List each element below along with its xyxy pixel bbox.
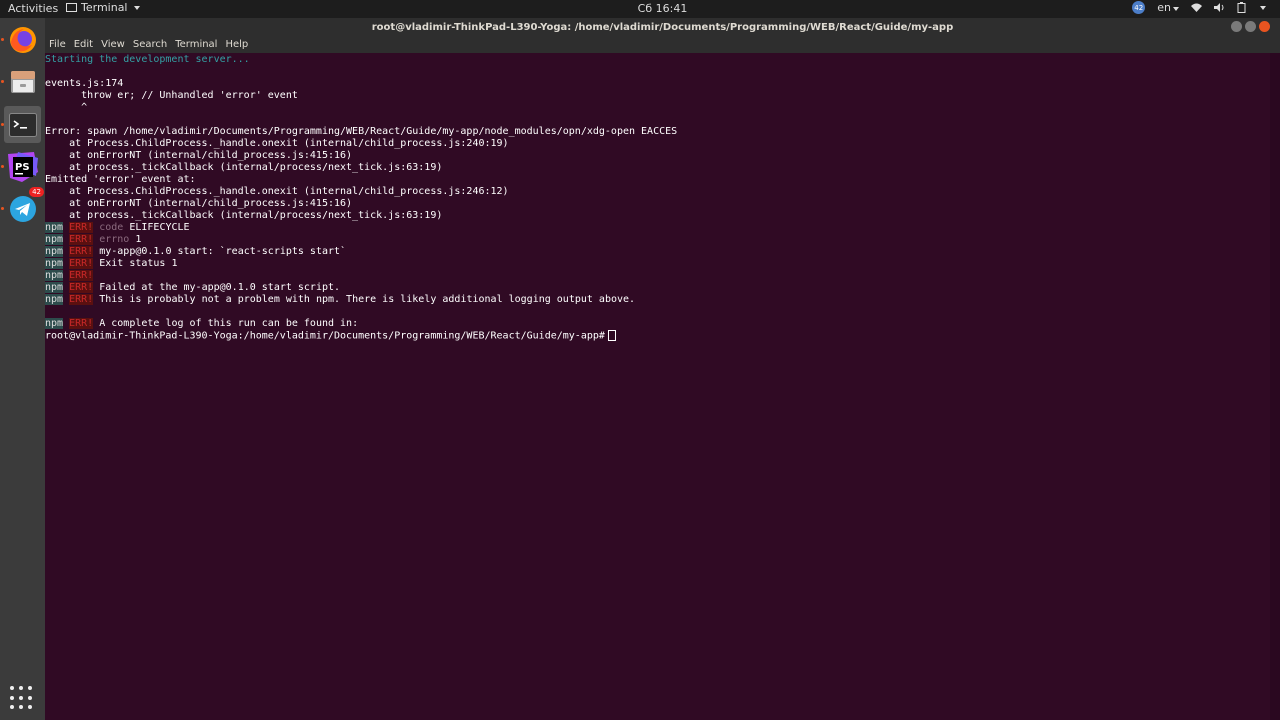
terminal-scrollbar[interactable] xyxy=(1270,53,1280,720)
running-indicator xyxy=(1,207,4,210)
err-tag: ERR! xyxy=(69,318,94,329)
window-titlebar[interactable]: root@vladimir-ThinkPad-L390-Yoga: /home/… xyxy=(45,18,1280,37)
npm-tag: npm xyxy=(45,270,64,281)
npm-error-text: my-app@0.1.0 start: `react-scripts start… xyxy=(99,246,347,257)
minimize-button[interactable] xyxy=(1231,21,1242,32)
telegram-icon xyxy=(9,195,36,222)
phpstorm-icon: PS xyxy=(7,151,38,182)
menu-file[interactable]: File xyxy=(49,37,66,53)
npm-error-key: errno xyxy=(99,234,130,245)
npm-error-text: A complete log of this run can be found … xyxy=(99,318,359,329)
terminal-line: Emitted 'error' event at: xyxy=(45,174,196,185)
err-tag: ERR! xyxy=(69,294,94,305)
err-tag: ERR! xyxy=(69,222,94,233)
dock-files[interactable] xyxy=(1,63,41,100)
battery-icon[interactable] xyxy=(1237,2,1246,13)
npm-error-key: code xyxy=(99,222,124,233)
close-button[interactable] xyxy=(1259,21,1270,32)
top-bar: Activities Terminal Сб 16:41 42 en xyxy=(0,0,1280,18)
npm-tag: npm xyxy=(45,246,64,257)
files-icon xyxy=(10,70,35,93)
npm-error-line: npm ERR! This is probably not a problem … xyxy=(45,294,1270,306)
menu-search[interactable]: Search xyxy=(133,37,167,53)
npm-error-line: npm ERR! errno 1 xyxy=(45,234,1270,246)
npm-tag: npm xyxy=(45,222,64,233)
npm-tag: npm xyxy=(45,318,64,329)
npm-error-line: npm ERR! Exit status 1 xyxy=(45,258,1270,270)
volume-icon[interactable] xyxy=(1214,3,1225,12)
prompt-line[interactable]: root@vladimir-ThinkPad-L390-Yoga:/home/v… xyxy=(45,330,1270,342)
npm-error-text: This is probably not a problem with npm.… xyxy=(99,294,636,305)
clock[interactable]: Сб 16:41 xyxy=(0,2,1280,15)
terminal-icon xyxy=(8,112,37,137)
npm-error-line: npm ERR! code ELIFECYCLE xyxy=(45,222,1270,234)
running-indicator xyxy=(1,123,4,126)
terminal-line: at Process.ChildProcess._handle.onexit (… xyxy=(45,138,509,149)
terminal-line: ^ xyxy=(45,102,88,113)
show-applications-icon[interactable] xyxy=(10,686,34,710)
npm-error-line: npm ERR! xyxy=(45,270,1270,282)
npm-tag: npm xyxy=(45,234,64,245)
notification-badge[interactable]: 42 xyxy=(1132,1,1146,14)
running-indicator xyxy=(1,165,4,168)
system-menu-chevron-icon[interactable] xyxy=(1260,5,1266,10)
terminal-line: throw er; // Unhandled 'error' event xyxy=(45,90,298,101)
menu-bar: File Edit View Search Terminal Help xyxy=(45,37,1280,53)
dock: PS 42 xyxy=(0,18,45,720)
menu-help[interactable]: Help xyxy=(225,37,248,53)
err-tag: ERR! xyxy=(69,246,94,257)
npm-error-line: npm ERR! A complete log of this run can … xyxy=(45,318,1270,330)
running-indicator xyxy=(1,80,4,83)
terminal-line: at onErrorNT (internal/child_process.js:… xyxy=(45,198,353,209)
shell-prompt: root@vladimir-ThinkPad-L390-Yoga:/home/v… xyxy=(45,330,605,342)
npm-error-text: Exit status 1 xyxy=(99,258,178,269)
window-title: root@vladimir-ThinkPad-L390-Yoga: /home/… xyxy=(371,22,954,33)
text-cursor xyxy=(607,330,616,341)
language-label: en xyxy=(1157,1,1171,14)
dock-terminal[interactable] xyxy=(1,106,41,143)
npm-error-value: ELIFECYCLE xyxy=(129,222,190,233)
menu-view[interactable]: View xyxy=(101,37,125,53)
dock-phpstorm[interactable]: PS xyxy=(1,148,41,185)
telegram-badge: 42 xyxy=(29,187,44,197)
terminal-line: at onErrorNT (internal/child_process.js:… xyxy=(45,150,353,161)
system-tray: 42 en xyxy=(1132,1,1266,14)
maximize-button[interactable] xyxy=(1245,21,1256,32)
window-controls xyxy=(1231,21,1270,32)
firefox-icon xyxy=(9,26,36,53)
phpstorm-label: PS xyxy=(15,162,30,173)
terminal-line: Starting the development server... xyxy=(45,54,250,65)
language-indicator[interactable]: en xyxy=(1157,1,1179,14)
err-tag: ERR! xyxy=(69,234,94,245)
terminal-line: at process._tickCallback (internal/proce… xyxy=(45,210,443,221)
dock-telegram[interactable]: 42 xyxy=(1,187,44,227)
menu-edit[interactable]: Edit xyxy=(74,37,93,53)
terminal-line: events.js:174 xyxy=(45,78,124,89)
terminal-line: Error: spawn /home/vladimir/Documents/Pr… xyxy=(45,126,678,137)
dock-firefox[interactable] xyxy=(1,21,41,58)
terminal-output[interactable]: Starting the development server... event… xyxy=(45,53,1270,720)
chevron-down-icon xyxy=(1173,7,1179,11)
err-tag: ERR! xyxy=(69,282,94,293)
err-tag: ERR! xyxy=(69,258,94,269)
npm-error-text: Failed at the my-app@0.1.0 start script. xyxy=(99,282,341,293)
err-tag: ERR! xyxy=(69,270,94,281)
running-indicator xyxy=(1,38,4,41)
menu-terminal[interactable]: Terminal xyxy=(175,37,217,53)
npm-error-line: npm ERR! Failed at the my-app@0.1.0 star… xyxy=(45,282,1270,294)
npm-error-line: npm ERR! my-app@0.1.0 start: `react-scri… xyxy=(45,246,1270,258)
npm-error-value: 1 xyxy=(135,234,142,245)
npm-tag: npm xyxy=(45,282,64,293)
npm-tag: npm xyxy=(45,258,64,269)
wifi-icon[interactable] xyxy=(1191,3,1202,12)
npm-tag: npm xyxy=(45,294,64,305)
terminal-line: at Process.ChildProcess._handle.onexit (… xyxy=(45,186,509,197)
terminal-line: at process._tickCallback (internal/proce… xyxy=(45,162,443,173)
